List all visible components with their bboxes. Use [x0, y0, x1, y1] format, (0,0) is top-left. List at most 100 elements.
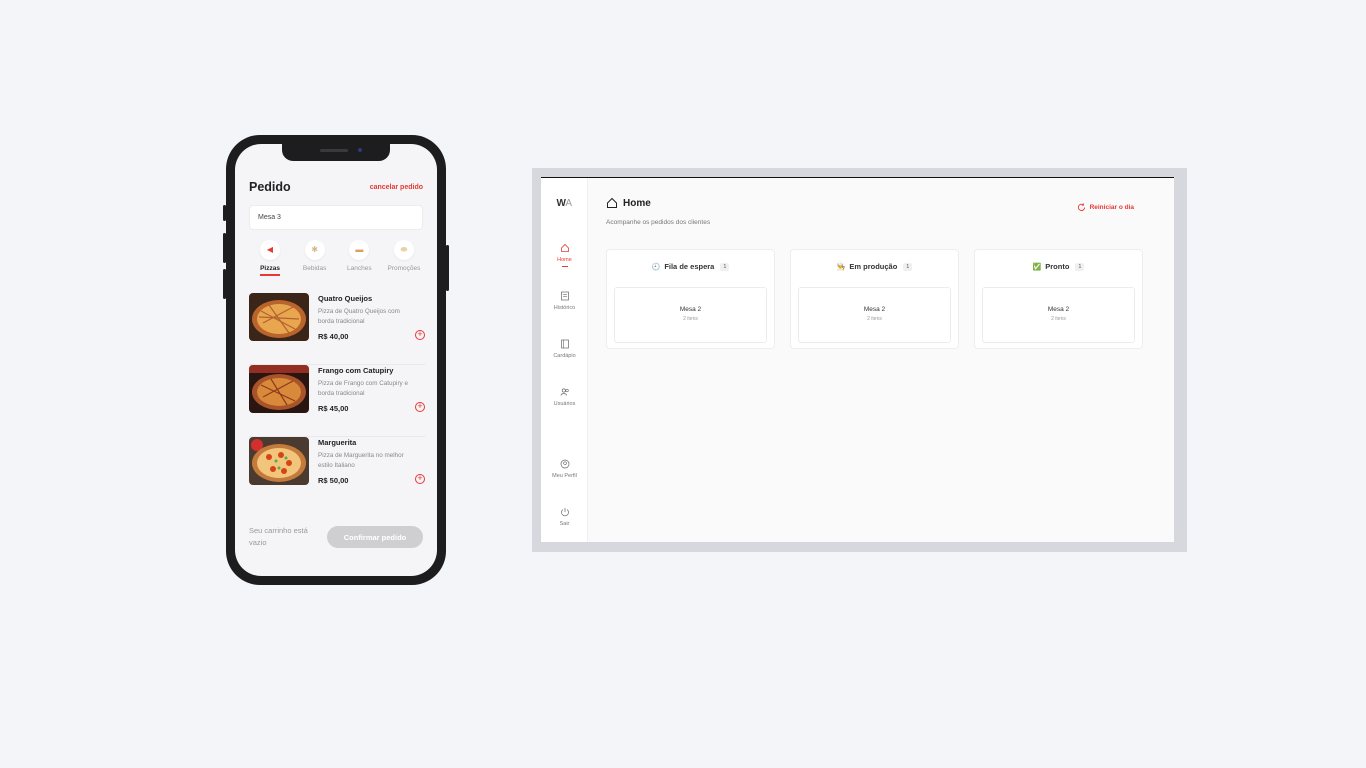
- check-icon: ✅: [1032, 263, 1042, 271]
- phone-notch: [282, 144, 390, 161]
- cart-status: Seu carrinho está vazio: [249, 526, 308, 547]
- camera: [358, 148, 362, 152]
- count-badge: 1: [720, 262, 730, 271]
- cancel-order-link[interactable]: cancelar pedido: [370, 184, 423, 191]
- promo-icon: ⬬: [393, 240, 414, 260]
- nav-label: Meu Perfil: [552, 473, 577, 479]
- category-label: Bebidas: [302, 265, 327, 272]
- product-name: Quatro Queijos: [318, 294, 373, 303]
- nav-bar: [561, 266, 568, 267]
- pizza-image: [249, 293, 309, 341]
- itens: 2 itens: [867, 316, 882, 322]
- page-title: Home: [606, 197, 651, 209]
- speaker: [320, 149, 348, 152]
- add-product-icon[interactable]: +: [415, 474, 425, 484]
- nav-label: Cardápio: [553, 353, 576, 359]
- col-head: ✅ Pronto 1: [975, 262, 1142, 271]
- mesa: Mesa 2: [863, 306, 886, 313]
- order-header: Pedido cancelar pedido: [249, 180, 423, 194]
- add-product-icon[interactable]: +: [415, 330, 425, 340]
- refresh-icon: [1077, 203, 1085, 211]
- product-item[interactable]: Marguerita Pizza de Marguerita no melhor…: [249, 437, 425, 509]
- confirm-order-button[interactable]: Confirmar pedido: [327, 526, 423, 548]
- order-card[interactable]: Mesa 2 2 itens: [982, 287, 1135, 343]
- mesa: Mesa 2: [1047, 306, 1070, 313]
- category-label: Lanches: [347, 265, 372, 272]
- phone-power-button: [446, 245, 449, 291]
- category-tabs: ◀ Pizzas ✱ Bebidas ▬ Lanches ⬬ Promoções: [249, 240, 425, 276]
- menu-book-icon: [560, 339, 569, 349]
- order-card[interactable]: Mesa 2 2 itens: [798, 287, 951, 343]
- dashboard-frame: WA Home Histórico Cardápio Usuários Meu …: [532, 168, 1187, 552]
- tab-promocoes[interactable]: ⬬ Promoções: [383, 240, 425, 276]
- nav-label: Histórico: [553, 305, 576, 311]
- ttl: Em produção: [849, 262, 898, 271]
- itens: 2 itens: [683, 316, 698, 322]
- product-item[interactable]: Frango com Catupiry Pizza de Frango com …: [249, 365, 425, 437]
- count-badge: 1: [903, 262, 913, 271]
- t: Home: [623, 197, 651, 209]
- category-label: Promoções: [387, 265, 421, 272]
- col-head: 🕘 Fila de espera 1: [607, 262, 774, 271]
- pizza-image: [249, 365, 309, 413]
- product-image: [249, 365, 309, 413]
- product-price: R$ 40,00: [318, 332, 349, 341]
- chef-icon: 👨‍🍳: [836, 263, 846, 271]
- pizza-icon: ◀: [260, 240, 280, 260]
- tab-pizzas[interactable]: ◀ Pizzas: [249, 240, 291, 276]
- tab-bebidas[interactable]: ✱ Bebidas: [294, 240, 336, 276]
- burger-icon: ▬: [349, 240, 370, 260]
- product-item[interactable]: Quatro Queijos Pizza de Quatro Queijos c…: [249, 293, 425, 365]
- nav-label: Usuários: [553, 401, 576, 407]
- page-subtitle: Acompanhe os pedidos dos clientes: [606, 219, 711, 226]
- sidebar: WA Home Histórico Cardápio Usuários Meu …: [541, 178, 588, 542]
- order-footer: Seu carrinho está vazio Confirmar pedido: [249, 525, 423, 549]
- drink-icon: ✱: [304, 240, 325, 260]
- ttl: Pronto: [1045, 262, 1070, 271]
- order-board: 🕘 Fila de espera 1 Mesa 2 2 itens 👨‍🍳 Em…: [606, 249, 1143, 349]
- product-image: [249, 437, 309, 485]
- restart-label: Reiniciar o dia: [1089, 204, 1134, 211]
- mesa: Mesa 2: [679, 306, 702, 313]
- phone-mockup: Pedido cancelar pedido Mesa 3 ◀ Pizzas ✱…: [223, 135, 449, 585]
- home-icon: [607, 197, 617, 208]
- column-waiting: 🕘 Fila de espera 1 Mesa 2 2 itens: [606, 249, 775, 349]
- category-label: Pizzas: [260, 265, 280, 272]
- sidebar-item-home[interactable]: Home: [541, 243, 588, 267]
- sidebar-item-historico[interactable]: Histórico: [541, 291, 588, 311]
- product-description: Pizza de Marguerita no melhor estilo Ita…: [318, 452, 404, 469]
- product-name: Frango com Catupiry: [318, 366, 394, 375]
- home-icon: [560, 243, 569, 252]
- product-price: R$ 45,00: [318, 404, 349, 413]
- sidebar-item-sair[interactable]: Sair: [541, 507, 588, 527]
- table-input[interactable]: Mesa 3: [249, 205, 423, 230]
- add-product-icon[interactable]: +: [415, 402, 425, 412]
- clock-icon: 🕘: [651, 263, 661, 271]
- page-title: Pedido: [249, 180, 291, 194]
- cat-underline: [260, 274, 280, 276]
- sidebar-item-cardapio[interactable]: Cardápio: [541, 339, 588, 359]
- users-icon: [560, 388, 569, 396]
- product-list: Quatro Queijos Pizza de Quatro Queijos c…: [249, 293, 425, 509]
- count-badge: 1: [1075, 262, 1085, 271]
- product-description: Pizza de Frango com Catupiry e borda tra…: [318, 380, 408, 397]
- sidebar-item-meu-perfil[interactable]: Meu Perfil: [541, 459, 588, 479]
- restart-day-button[interactable]: Reiniciar o dia: [1077, 203, 1134, 212]
- phone-screen: Pedido cancelar pedido Mesa 3 ◀ Pizzas ✱…: [235, 144, 437, 576]
- ttl: Fila de espera: [664, 262, 715, 271]
- phone-volume-up: [223, 233, 226, 263]
- sidebar-item-usuarios[interactable]: Usuários: [541, 387, 588, 407]
- dashboard-window: WA Home Histórico Cardápio Usuários Meu …: [541, 177, 1174, 542]
- product-description: Pizza de Quatro Queijos com borda tradic…: [318, 308, 400, 325]
- product-name: Marguerita: [318, 438, 357, 447]
- phone-side-button: [223, 205, 226, 221]
- itens: 2 itens: [1051, 316, 1066, 322]
- logo-a: A: [565, 198, 572, 209]
- product-image: [249, 293, 309, 341]
- phone-volume-down: [223, 269, 226, 299]
- order-card[interactable]: Mesa 2 2 itens: [614, 287, 767, 343]
- nav-label: Home: [557, 257, 572, 263]
- tab-lanches[interactable]: ▬ Lanches: [338, 240, 380, 276]
- profile-icon: [560, 459, 569, 469]
- nav-label: Sair: [559, 521, 570, 527]
